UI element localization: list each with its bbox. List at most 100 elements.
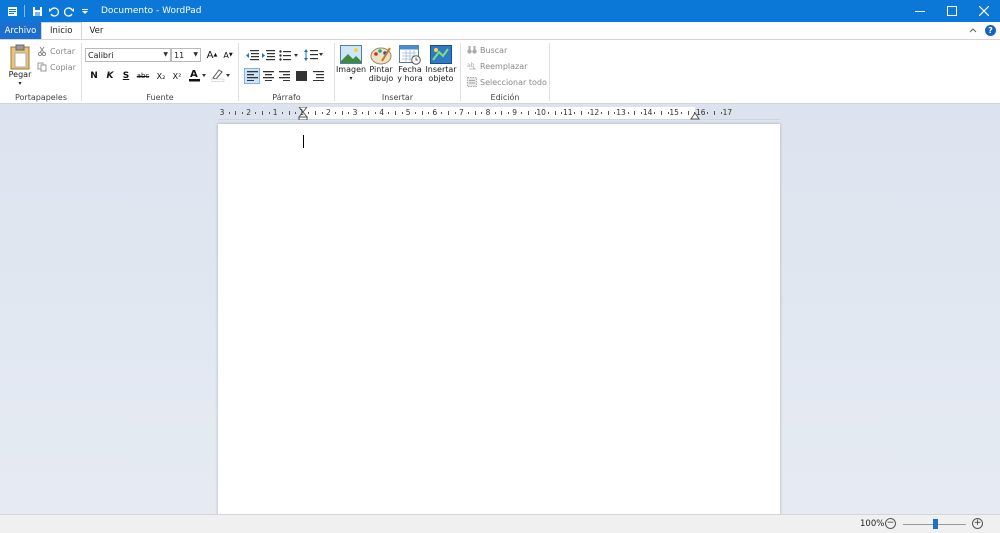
cut-label: Cortar [50,46,76,56]
app-icon[interactable] [4,0,20,22]
line-spacing-button[interactable] [303,47,325,63]
ruler-tick [634,111,636,115]
ruler-tick [308,112,310,114]
paragraph-button[interactable] [310,68,326,84]
ruler-tick [547,112,549,114]
font-family-value: Calibri [88,50,114,60]
cut-button[interactable]: Cortar [37,46,75,56]
ruler-tick [707,112,709,114]
group-clipboard: Pegar ▾ Cortar Copiar Portapapeles [0,40,82,104]
ruler-tick [441,112,443,114]
increase-indent-button[interactable] [260,47,276,63]
undo-icon[interactable] [45,0,61,22]
ruler-tick [255,112,257,114]
document-page[interactable] [218,124,780,524]
save-icon[interactable] [29,0,45,22]
select-all-button[interactable]: Seleccionar todo [467,77,547,87]
ruler-tick [374,112,376,114]
grow-font-icon: A [206,49,214,61]
ruler-tick [667,112,669,114]
align-right-button[interactable] [276,68,292,84]
ruler-label: 9 [512,108,517,117]
font-size-select[interactable]: 11 ▼ [171,48,201,62]
ruler-tick [428,112,430,114]
text-cursor [303,135,304,148]
paste-button[interactable]: Pegar ▾ [6,44,34,88]
window-title: Documento - WordPad [101,6,202,16]
align-left-button[interactable] [244,68,260,84]
date-time-button[interactable]: Fecha y hora [396,45,424,83]
status-bar: 100% − + [0,514,1000,533]
ruler-tick [581,111,583,115]
ruler-label: 11 [563,108,573,117]
zoom-out-icon[interactable]: − [885,518,896,529]
ruler-tick [640,112,642,114]
ruler-tick [468,112,470,114]
minimize-icon[interactable] [904,0,936,22]
align-center-icon [262,71,274,81]
select-all-icon [467,77,477,87]
quick-access-toolbar [0,0,93,22]
ruler-label: 16 [696,108,706,117]
tab-ver[interactable]: Ver [82,22,112,39]
ruler-tick [474,111,476,115]
ruler-label: 2 [326,108,331,117]
zoom-in-icon[interactable]: + [972,518,983,529]
superscript-button[interactable]: X² [169,68,185,84]
subscript-button[interactable]: X₂ [153,68,169,84]
zoom-level: 100% [860,519,885,529]
image-dropdown-icon[interactable]: ▾ [349,74,352,83]
collapse-ribbon-icon[interactable] [969,26,977,36]
paragraph-icon [312,71,324,81]
group-label-font: Fuente [146,93,174,102]
ruler-tick [241,112,243,114]
ruler-left-margin [218,107,303,119]
ruler[interactable]: 3 2 1 1 2 3 4 5 6 7 8 9 10 11 12 13 14 15 16 17 [218,107,780,120]
font-family-select[interactable]: Calibri ▼ [85,48,171,62]
group-label-editing: Edición [490,93,520,102]
insert-object-button[interactable]: Insertar objeto [425,45,457,83]
shrink-font-button[interactable]: A ▼ [220,47,236,63]
maximize-icon[interactable] [936,0,968,22]
replace-button[interactable]: ab Reemplazar [467,61,527,71]
bold-button[interactable]: N [86,68,102,84]
select-all-label: Seleccionar todo [480,77,547,87]
ruler-label: 5 [405,108,411,117]
image-button[interactable]: Imagen ▾ [336,45,366,83]
strikethrough-button[interactable]: abc [135,68,151,84]
tab-archivo[interactable]: Archivo [0,22,41,39]
ruler-tick [368,111,370,115]
font-size-value: 11 [174,50,185,60]
line-spacing-icon [304,49,323,61]
decrease-indent-button[interactable] [244,47,260,63]
highlight-button[interactable] [210,67,232,83]
replace-label: Reemplazar [480,61,528,71]
list-button[interactable] [278,47,300,63]
zoom-slider-thumb[interactable] [932,519,938,529]
ruler-tick [507,112,509,114]
customize-icon[interactable] [77,0,93,22]
grow-font-button[interactable]: A ▲ [204,47,220,63]
ruler-tick [521,112,523,114]
bullet-list-icon [279,49,298,61]
font-color-button[interactable]: A [188,67,208,83]
ruler-tick [494,112,496,114]
justify-button[interactable] [293,68,309,84]
ruler-tick [288,111,290,115]
italic-button[interactable]: K [102,68,118,84]
ruler-tick [228,112,230,114]
find-button[interactable]: Buscar [467,45,507,55]
close-icon[interactable] [968,0,1000,22]
help-icon[interactable]: ? [985,25,996,36]
paint-drawing-button[interactable]: Pintar dibujo [367,45,395,83]
redo-icon[interactable] [61,0,77,22]
ruler-label: 8 [485,108,491,117]
tab-inicio[interactable]: Inicio [41,22,82,39]
align-center-button[interactable] [260,68,276,84]
copy-button[interactable]: Copiar [37,62,76,72]
underline-button[interactable]: S [118,68,134,84]
ruler-label: 3 [352,108,358,117]
paste-dropdown-icon[interactable]: ▾ [18,79,21,88]
ruler-tick [341,111,343,115]
datetime-label-1: Fecha [398,65,422,74]
